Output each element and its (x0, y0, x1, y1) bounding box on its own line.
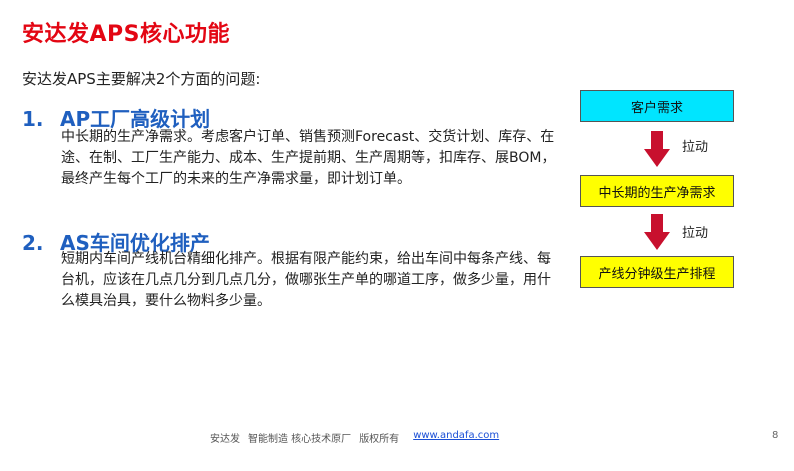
footer-rights: 版权所有 (359, 434, 400, 445)
slide: 安达发APS核心功能 安达发APS主要解决2个方面的问题: 1. AP工厂高级计… (0, 0, 794, 471)
intro-text: 安达发APS主要解决2个方面的问题: (22, 70, 261, 88)
section-1-number: 1. (22, 107, 44, 131)
flow-box-minute-scheduling: 产线分钟级生产排程 (580, 256, 734, 288)
flow-box-customer-demand: 客户需求 (580, 90, 734, 122)
footer-website-link[interactable]: www.andafa.com (413, 430, 499, 445)
section-2-body: 短期内车间产线机台精细化排产。根据有限产能约束，给出车间中每条产线、每台机，应该… (61, 251, 551, 309)
down-arrow-icon (644, 214, 670, 250)
down-arrow-icon (644, 131, 670, 167)
section-2-number: 2. (22, 231, 44, 255)
arrow-label-pull-2: 拉动 (682, 226, 709, 241)
arrow-label-pull-1: 拉动 (682, 140, 709, 155)
flow-box-net-demand: 中长期的生产净需求 (580, 175, 734, 207)
page-number: 8 (772, 430, 779, 441)
section-1-body: 中长期的生产净需求。考虑客户订单、销售预测Forecast、交货计划、库存、在途… (61, 129, 556, 187)
footer-tagline: 智能制造 核心技术原厂 (248, 434, 352, 445)
footer: 安达发 智能制造 核心技术原厂 版权所有 www.andafa.com (210, 430, 499, 445)
footer-company: 安达发 (210, 434, 240, 445)
slide-title: 安达发APS核心功能 (22, 22, 230, 47)
